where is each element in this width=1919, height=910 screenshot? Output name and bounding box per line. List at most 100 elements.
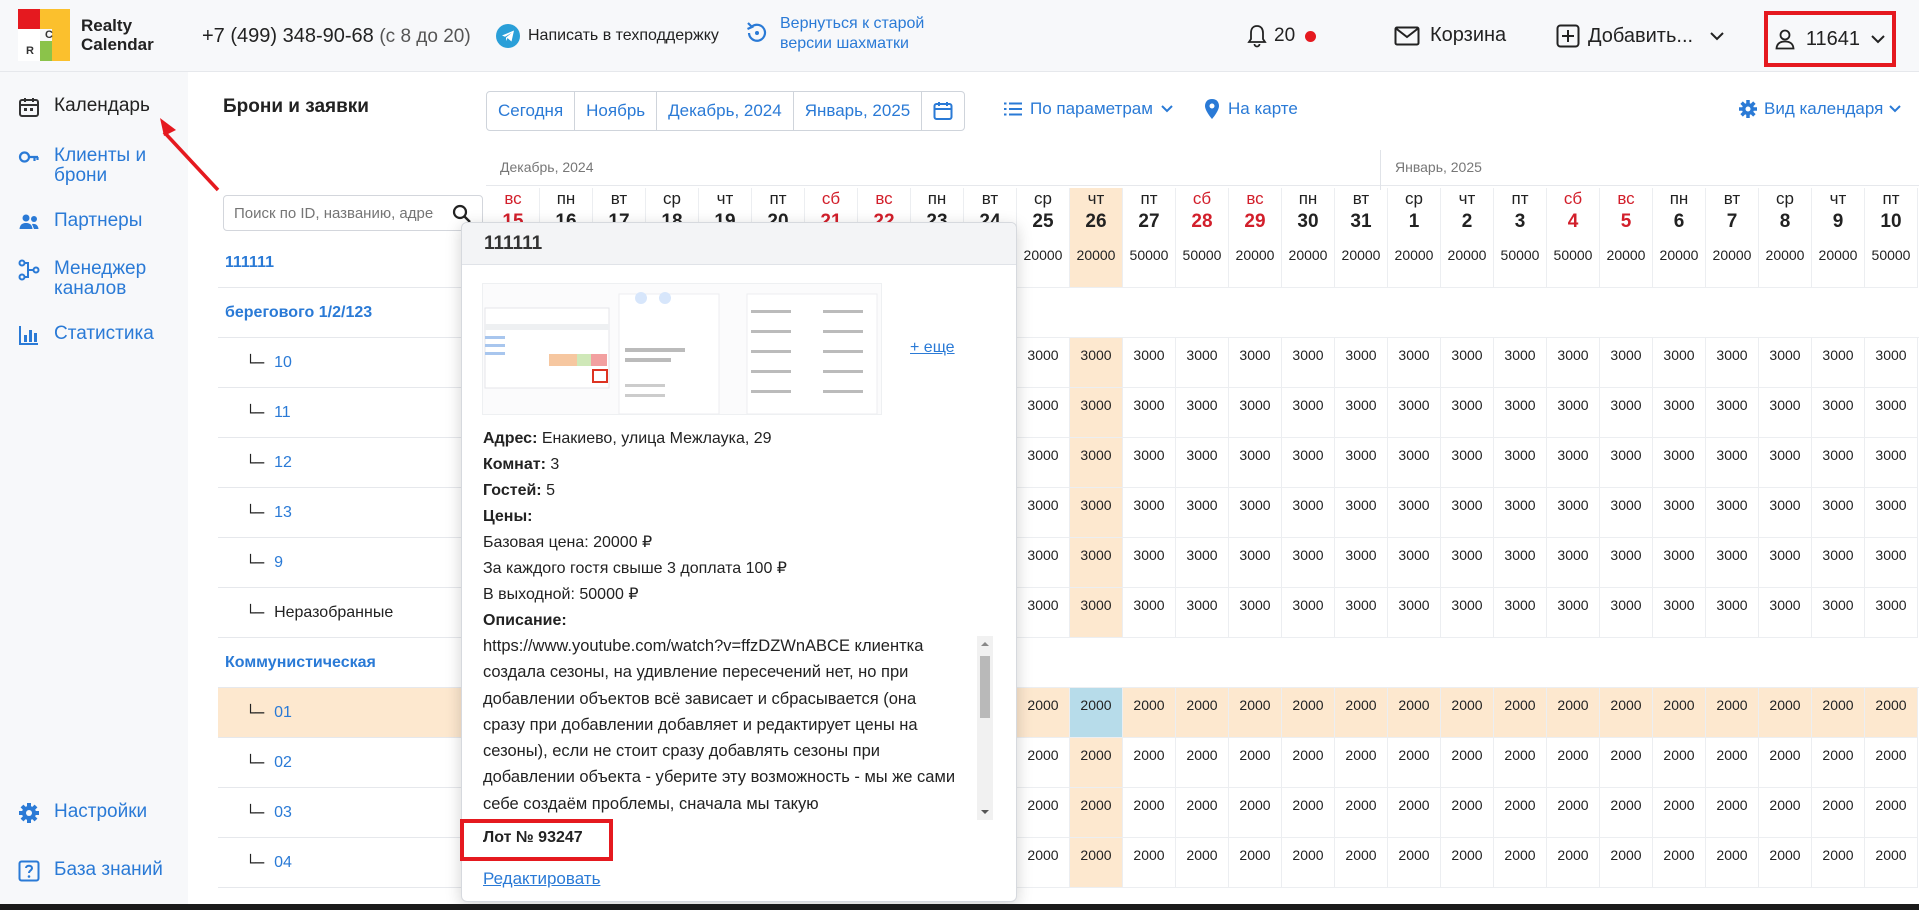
price-cell[interactable]: 3000 bbox=[1759, 588, 1812, 638]
price-cell[interactable]: 3000 bbox=[1600, 388, 1653, 438]
today-button[interactable]: Сегодня bbox=[487, 92, 576, 130]
cart-button[interactable]: Корзина bbox=[1394, 24, 1506, 47]
price-cell[interactable]: 3000 bbox=[1229, 588, 1282, 638]
price-cell[interactable]: 3000 bbox=[1176, 338, 1229, 388]
price-cell[interactable]: 3000 bbox=[1441, 338, 1494, 388]
price-cell[interactable]: 3000 bbox=[1653, 588, 1706, 638]
price-cell[interactable]: 20000 bbox=[1282, 238, 1335, 288]
price-cell[interactable]: 2000 bbox=[1229, 838, 1282, 888]
price-cell[interactable]: 3000 bbox=[1494, 338, 1547, 388]
price-cell[interactable]: 2000 bbox=[1547, 688, 1600, 738]
price-cell[interactable]: 2000 bbox=[1017, 738, 1070, 788]
sidebar-item-knowledge-base[interactable]: База знаний bbox=[18, 860, 163, 882]
price-cell[interactable]: 2000 bbox=[1759, 838, 1812, 888]
month-jan-button[interactable]: Январь, 2025 bbox=[794, 92, 923, 130]
price-cell[interactable]: 3000 bbox=[1176, 588, 1229, 638]
price-cell[interactable]: 3000 bbox=[1070, 488, 1123, 538]
price-cell[interactable]: 2000 bbox=[1441, 738, 1494, 788]
price-cell[interactable]: 3000 bbox=[1282, 538, 1335, 588]
price-cell[interactable]: 2000 bbox=[1706, 738, 1759, 788]
price-cell[interactable]: 3000 bbox=[1176, 538, 1229, 588]
price-cell[interactable]: 3000 bbox=[1706, 338, 1759, 388]
scroll-up-icon[interactable] bbox=[977, 638, 993, 650]
support-phone[interactable]: +7 (499) 348-90-68 (с 8 до 20) bbox=[202, 25, 471, 48]
price-cell[interactable]: 2000 bbox=[1812, 788, 1865, 838]
price-cell[interactable]: 2000 bbox=[1494, 788, 1547, 838]
price-cell[interactable]: 3000 bbox=[1017, 438, 1070, 488]
price-cell[interactable]: 3000 bbox=[1865, 538, 1918, 588]
description-text[interactable]: https://www.youtube.com/watch?v=ffzDZWnA… bbox=[483, 633, 983, 817]
price-cell[interactable]: 20000 bbox=[1759, 238, 1812, 288]
price-cell[interactable]: 3000 bbox=[1123, 388, 1176, 438]
object-row[interactable]: └─ 9 bbox=[218, 538, 486, 588]
price-cell[interactable]: 3000 bbox=[1123, 438, 1176, 488]
price-cell[interactable]: 3000 bbox=[1441, 438, 1494, 488]
price-cell[interactable]: 2000 bbox=[1865, 738, 1918, 788]
price-cell[interactable]: 3000 bbox=[1706, 438, 1759, 488]
price-cell[interactable]: 2000 bbox=[1070, 838, 1123, 888]
price-cell[interactable]: 2000 bbox=[1653, 788, 1706, 838]
price-cell[interactable]: 2000 bbox=[1229, 688, 1282, 738]
price-cell[interactable]: 3000 bbox=[1547, 438, 1600, 488]
price-cell[interactable]: 2000 bbox=[1070, 788, 1123, 838]
price-cell[interactable]: 2000 bbox=[1388, 688, 1441, 738]
price-cell[interactable]: 3000 bbox=[1547, 388, 1600, 438]
price-cell[interactable]: 3000 bbox=[1441, 388, 1494, 438]
notifications[interactable]: 20 bbox=[1246, 24, 1317, 48]
object-row[interactable]: └─ 03 bbox=[218, 788, 486, 838]
price-cell[interactable]: 3000 bbox=[1123, 338, 1176, 388]
price-cell[interactable]: 2000 bbox=[1282, 688, 1335, 738]
sidebar-item-channel-manager[interactable]: Менеджер каналов bbox=[18, 259, 146, 299]
map-view-link[interactable]: На карте bbox=[1204, 99, 1298, 119]
price-cell[interactable]: 3000 bbox=[1759, 488, 1812, 538]
price-cell[interactable]: 20000 bbox=[1335, 238, 1388, 288]
object-row[interactable]: └─ Неразобранные bbox=[218, 588, 486, 638]
price-cell[interactable]: 50000 bbox=[1547, 238, 1600, 288]
price-cell[interactable]: 2000 bbox=[1494, 738, 1547, 788]
price-cell[interactable]: 3000 bbox=[1653, 438, 1706, 488]
price-cell[interactable]: 3000 bbox=[1070, 388, 1123, 438]
price-cell[interactable]: 2000 bbox=[1335, 838, 1388, 888]
price-cell[interactable]: 20000 bbox=[1229, 238, 1282, 288]
add-dropdown[interactable]: Добавить... bbox=[1556, 24, 1725, 48]
price-cell[interactable]: 2000 bbox=[1229, 788, 1282, 838]
price-cell[interactable]: 3000 bbox=[1706, 538, 1759, 588]
price-cell[interactable]: 3000 bbox=[1653, 338, 1706, 388]
price-cell[interactable]: 3000 bbox=[1176, 438, 1229, 488]
price-cell[interactable]: 3000 bbox=[1123, 588, 1176, 638]
price-cell[interactable]: 20000 bbox=[1441, 238, 1494, 288]
price-cell[interactable]: 3000 bbox=[1600, 438, 1653, 488]
price-cell[interactable]: 3000 bbox=[1388, 588, 1441, 638]
price-cell[interactable]: 3000 bbox=[1388, 488, 1441, 538]
scroll-down-icon[interactable] bbox=[977, 806, 993, 818]
price-cell[interactable]: 50000 bbox=[1176, 238, 1229, 288]
price-cell[interactable]: 2000 bbox=[1706, 838, 1759, 888]
price-cell[interactable]: 3000 bbox=[1282, 488, 1335, 538]
price-cell[interactable]: 3000 bbox=[1812, 438, 1865, 488]
price-cell[interactable]: 2000 bbox=[1812, 738, 1865, 788]
price-cell[interactable]: 2000 bbox=[1335, 788, 1388, 838]
price-cell[interactable]: 2000 bbox=[1865, 688, 1918, 738]
price-cell[interactable]: 3000 bbox=[1547, 488, 1600, 538]
price-cell[interactable]: 20000 bbox=[1600, 238, 1653, 288]
scrollbar-thumb[interactable] bbox=[980, 656, 990, 718]
price-cell[interactable]: 2000 bbox=[1865, 838, 1918, 888]
price-cell[interactable]: 3000 bbox=[1865, 488, 1918, 538]
price-cell[interactable]: 3000 bbox=[1070, 438, 1123, 488]
price-cell[interactable]: 2000 bbox=[1441, 688, 1494, 738]
price-cell[interactable]: 2000 bbox=[1441, 788, 1494, 838]
price-cell[interactable]: 2000 bbox=[1600, 688, 1653, 738]
search-input[interactable] bbox=[224, 196, 434, 230]
price-cell[interactable]: 2000 bbox=[1282, 738, 1335, 788]
price-cell[interactable]: 2000 bbox=[1335, 688, 1388, 738]
price-cell[interactable]: 2000 bbox=[1017, 838, 1070, 888]
price-cell[interactable]: 3000 bbox=[1494, 488, 1547, 538]
object-row[interactable]: └─ 11 bbox=[218, 388, 486, 438]
price-cell[interactable]: 2000 bbox=[1547, 788, 1600, 838]
price-cell[interactable]: 3000 bbox=[1865, 388, 1918, 438]
object-row[interactable]: └─ 12 bbox=[218, 438, 486, 488]
price-cell[interactable]: 3000 bbox=[1335, 588, 1388, 638]
price-cell[interactable]: 3000 bbox=[1706, 488, 1759, 538]
calendar-view-dropdown[interactable]: Вид календаря bbox=[1738, 99, 1902, 119]
object-row[interactable]: └─ 02 bbox=[218, 738, 486, 788]
